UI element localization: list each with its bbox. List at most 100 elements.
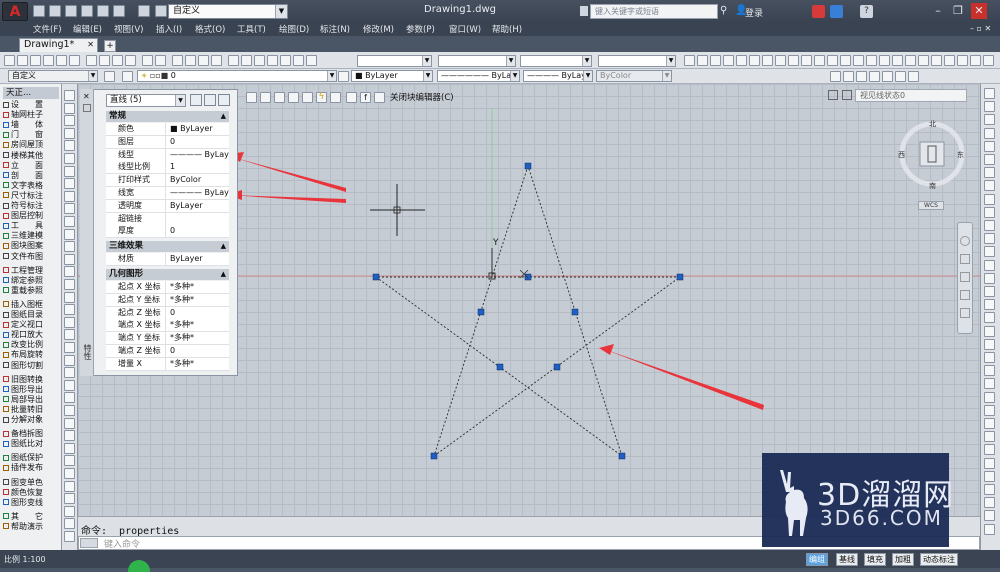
property-value[interactable] bbox=[168, 213, 229, 225]
modify-tool-icon[interactable] bbox=[984, 259, 995, 271]
modify-tool-icon[interactable] bbox=[984, 418, 995, 429]
modify-tool-icon[interactable] bbox=[984, 180, 995, 192]
toggle-baseline[interactable]: 基线 bbox=[836, 553, 858, 566]
property-value[interactable]: 0 bbox=[168, 345, 229, 357]
property-row[interactable]: 端点 Z 坐标 0 bbox=[106, 345, 229, 358]
modify-tool-icon[interactable] bbox=[984, 154, 995, 165]
modify-tool-icon[interactable] bbox=[984, 286, 995, 297]
modify-tool-icon[interactable] bbox=[984, 352, 995, 363]
property-row[interactable]: 线型比例 1 bbox=[106, 161, 229, 175]
showmotion-icon[interactable] bbox=[960, 308, 970, 318]
property-key: 颜色 bbox=[106, 123, 166, 135]
property-value[interactable]: 1 bbox=[168, 161, 229, 173]
property-value[interactable]: ———— ByLayer bbox=[168, 187, 229, 199]
close-icon[interactable]: ✕ bbox=[83, 92, 90, 101]
modify-tool-icon[interactable] bbox=[984, 272, 995, 284]
property-section-header[interactable]: 三维效果 ▲ bbox=[106, 241, 229, 253]
grip-point bbox=[524, 162, 532, 170]
modify-tool-icon[interactable] bbox=[984, 391, 995, 403]
pin-icon[interactable] bbox=[83, 104, 91, 112]
modify-tool-icon[interactable] bbox=[984, 365, 995, 377]
property-row[interactable]: 打印样式 ByColor bbox=[106, 174, 229, 188]
property-row[interactable]: 端点 X 坐标 *多种* bbox=[106, 319, 229, 333]
property-row[interactable]: 线宽———— ByLayer bbox=[106, 187, 229, 200]
property-value[interactable]: ByColor bbox=[168, 174, 229, 186]
property-value[interactable]: ByLayer bbox=[168, 253, 229, 265]
modify-tool-icon[interactable] bbox=[984, 101, 995, 113]
collapse-icon[interactable]: ▲ bbox=[221, 111, 226, 122]
property-section-header[interactable]: 常规 ▲ bbox=[106, 111, 229, 122]
wcs-menu[interactable]: WCS bbox=[918, 201, 944, 210]
property-row[interactable]: 材质 ByLayer bbox=[106, 253, 229, 267]
modify-tool-icon[interactable] bbox=[984, 312, 995, 324]
modify-tool-icon[interactable] bbox=[984, 233, 995, 245]
zoom-icon[interactable] bbox=[960, 272, 970, 282]
modify-tool-icon[interactable] bbox=[984, 404, 995, 416]
property-row[interactable]: 起点 Z 坐标 0 bbox=[106, 306, 229, 320]
modify-tool-icon[interactable] bbox=[984, 299, 995, 311]
properties-side-bar[interactable] bbox=[80, 89, 94, 376]
modify-tool-icon[interactable] bbox=[984, 127, 995, 139]
property-row[interactable]: 起点 Y 坐标 *多种* bbox=[106, 293, 229, 307]
pan-icon[interactable] bbox=[960, 254, 970, 264]
property-row[interactable]: 图层 0 bbox=[106, 135, 229, 149]
command-customize-icon[interactable] bbox=[80, 538, 98, 548]
quick-select-icon[interactable] bbox=[218, 94, 230, 106]
modify-tool-icon[interactable] bbox=[984, 338, 995, 350]
steering-wheel-icon[interactable] bbox=[960, 236, 970, 246]
property-row[interactable]: 线型———— ByLayer bbox=[106, 148, 229, 162]
modify-tool-icon[interactable] bbox=[984, 140, 995, 152]
property-value[interactable]: ByLayer bbox=[168, 200, 229, 212]
orbit-icon[interactable] bbox=[960, 290, 970, 300]
modify-tool-icon[interactable] bbox=[984, 497, 995, 509]
property-section-header[interactable]: 几何图形 ▲ bbox=[106, 269, 229, 280]
property-value[interactable]: *多种* bbox=[168, 358, 229, 370]
viewcube[interactable]: 北 南 西 东 bbox=[896, 118, 966, 190]
modify-tool-icon[interactable] bbox=[984, 484, 995, 495]
property-row[interactable]: 超链接 bbox=[106, 212, 229, 226]
toggle-group[interactable]: 编组 bbox=[806, 553, 828, 566]
property-value[interactable]: 0 bbox=[168, 307, 229, 319]
select-objects-icon[interactable] bbox=[204, 94, 216, 106]
selection-combo[interactable]: 直线 (5) ▼ bbox=[106, 94, 186, 107]
modify-tool-icon[interactable] bbox=[984, 88, 995, 99]
modify-tool-icon[interactable] bbox=[984, 444, 995, 456]
property-row[interactable]: 厚度 0 bbox=[106, 225, 229, 239]
property-value[interactable]: *多种* bbox=[168, 319, 229, 331]
property-value[interactable]: *多种* bbox=[168, 281, 229, 293]
modify-tool-icon[interactable] bbox=[984, 457, 995, 469]
toggle-bold[interactable]: 加粗 bbox=[892, 553, 914, 566]
property-row[interactable]: 增量 X *多种* bbox=[106, 357, 229, 371]
property-key: 透明度 bbox=[106, 199, 166, 212]
modify-tool-icon[interactable] bbox=[984, 114, 995, 126]
modify-tool-icon[interactable] bbox=[984, 193, 995, 205]
property-value[interactable]: 0 bbox=[168, 136, 229, 148]
modify-tool-icon[interactable] bbox=[984, 167, 995, 179]
property-row[interactable]: 颜色 ■ ByLayer bbox=[106, 123, 229, 136]
modify-tool-icon[interactable] bbox=[984, 510, 995, 522]
modify-tool-icon[interactable] bbox=[984, 325, 995, 337]
toggle-dynamic-dim[interactable]: 动态标注 bbox=[920, 553, 958, 566]
modify-tool-icon[interactable] bbox=[984, 246, 995, 258]
collapse-icon[interactable]: ▲ bbox=[221, 241, 226, 252]
modify-tool-icon[interactable] bbox=[984, 378, 995, 390]
modify-tool-icon[interactable] bbox=[984, 431, 995, 443]
toggle-pickadd-icon[interactable] bbox=[190, 94, 202, 106]
modify-tool-icon[interactable] bbox=[984, 206, 995, 218]
property-value[interactable]: ■ ByLayer bbox=[168, 123, 229, 135]
collapse-icon[interactable]: ▲ bbox=[221, 269, 226, 280]
modify-tool-icon[interactable] bbox=[984, 220, 995, 231]
property-value[interactable]: ———— ByLayer bbox=[168, 149, 229, 161]
property-value[interactable]: *多种* bbox=[168, 332, 229, 344]
property-value[interactable]: 0 bbox=[168, 225, 229, 237]
annotation-scale[interactable]: 比例 1:100 bbox=[4, 554, 46, 565]
property-value[interactable]: *多种* bbox=[168, 294, 229, 306]
modify-tool-icon[interactable] bbox=[984, 523, 995, 535]
toggle-fill[interactable]: 填充 bbox=[864, 553, 886, 566]
y-axis-label: Y bbox=[493, 238, 499, 248]
modify-tool-icon[interactable] bbox=[984, 470, 995, 482]
property-key: 端点 Y 坐标 bbox=[106, 332, 166, 345]
property-row[interactable]: 端点 Y 坐标 *多种* bbox=[106, 332, 229, 346]
property-row[interactable]: 透明度 ByLayer bbox=[106, 199, 229, 213]
property-row[interactable]: 起点 X 坐标 *多种* bbox=[106, 281, 229, 294]
